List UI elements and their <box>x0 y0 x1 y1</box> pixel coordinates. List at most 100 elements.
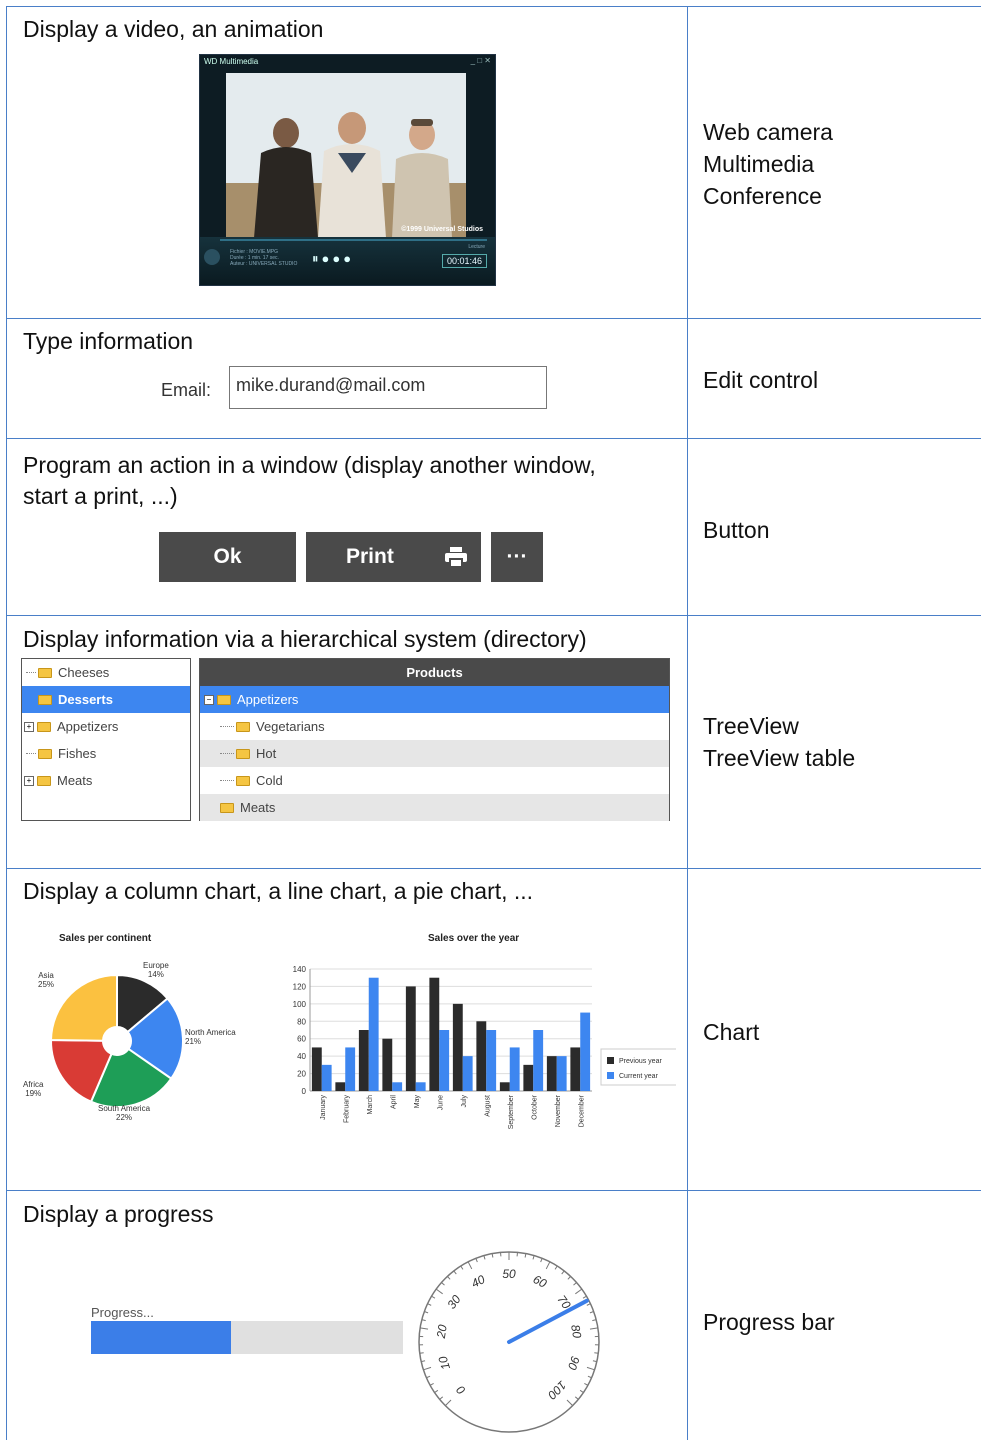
window-buttons-icon[interactable]: _ □ ✕ <box>471 56 491 65</box>
pie-label-europe: Europe 14% <box>143 961 169 979</box>
tree-item-appetizers[interactable]: + Appetizers <box>22 713 190 740</box>
seek-bar[interactable] <box>220 239 487 241</box>
treetable-row-label: Meats <box>240 800 276 815</box>
gauge-tick-label: 50 <box>502 1267 516 1281</box>
bar-current-year <box>345 1047 356 1091</box>
pie-label-africa: Africa 19% <box>23 1080 43 1098</box>
x-tick-label: July <box>461 1095 468 1108</box>
x-tick-label: September <box>508 1094 515 1129</box>
folder-icon <box>38 748 52 759</box>
tree-item-label: Cheeses <box>58 665 110 680</box>
video-frame <box>226 73 466 238</box>
email-label: Email: <box>161 380 212 400</box>
table-border-top <box>6 6 981 7</box>
bar-previous-year <box>523 1064 534 1091</box>
y-tick-label: 120 <box>293 982 307 991</box>
pie-category-label: Asia <box>38 971 54 980</box>
pie-value-label: 19% <box>25 1089 42 1098</box>
file-info-line: Auteur : UNIVERSAL STUDIO <box>230 261 298 267</box>
row-divider <box>6 1190 981 1191</box>
email-field[interactable]: mike.durand@mail.com <box>229 366 547 409</box>
treetable-row-hot[interactable]: Hot <box>200 740 669 767</box>
tree-connector <box>220 726 234 727</box>
expand-icon[interactable]: + <box>24 721 34 732</box>
tree-connector <box>220 780 234 781</box>
gauge: 010203040 50 60708090100 <box>418 1251 600 1433</box>
legend-label: Current year <box>619 1073 659 1080</box>
ok-button[interactable]: Ok <box>159 532 296 582</box>
file-info: Fichier : MOVIE.MPG Durée : 1 min. 17 se… <box>230 249 297 267</box>
treetable-row-vegetarians[interactable]: Vegetarians <box>200 713 669 740</box>
tree-item-label: Fishes <box>58 746 97 761</box>
row-use-cases: Progress bar <box>703 1306 835 1338</box>
expand-icon[interactable]: + <box>24 775 34 786</box>
x-tick-label: May <box>414 1095 421 1109</box>
use-case-label: Button <box>703 517 770 543</box>
collapse-icon[interactable]: − <box>204 694 214 705</box>
pie-category-label: North America <box>185 1028 236 1037</box>
column-divider <box>687 6 688 1440</box>
movie-scene-image <box>226 73 466 238</box>
treetable-row-label: Hot <box>256 746 277 761</box>
player-title: WD Multimedia <box>204 57 259 66</box>
x-tick-label: December <box>578 1094 585 1127</box>
description-line: start a print, ...) <box>23 483 178 510</box>
row-description: Display a video, an animation <box>23 16 324 42</box>
bar-current-year <box>439 1030 450 1091</box>
row-description: Display a progress <box>23 1201 214 1227</box>
use-case-label: Web camera <box>703 119 833 145</box>
row-use-cases: Chart <box>703 1016 759 1048</box>
treeview-table-header[interactable]: Products <box>200 659 669 686</box>
tree-item-fishes[interactable]: Fishes <box>22 740 190 767</box>
y-tick-label: 140 <box>293 965 307 974</box>
playback-controls-icon[interactable]: ⏸●●● <box>312 251 354 267</box>
pie-slice-asia <box>49 976 118 1042</box>
more-options-button[interactable]: ··· <box>491 532 543 582</box>
treetable-row-label: Appetizers <box>237 692 299 707</box>
folder-icon <box>220 802 234 813</box>
folder-icon <box>37 721 51 732</box>
bar-current-year <box>580 1012 591 1091</box>
use-case-label: Conference <box>703 183 822 209</box>
gauge-tick-label: 20 <box>434 1323 450 1340</box>
tree-item-desserts[interactable]: Desserts <box>22 686 190 713</box>
y-tick-label: 80 <box>297 1017 306 1026</box>
progress-bar <box>91 1321 403 1354</box>
bar-previous-year <box>358 1030 369 1091</box>
bar-previous-year <box>311 1047 322 1091</box>
bar-previous-year <box>499 1082 510 1091</box>
bar-current-year <box>533 1030 544 1091</box>
use-case-label: Progress bar <box>703 1309 835 1335</box>
pie-value-label: 25% <box>38 980 55 989</box>
treetable-row-cold[interactable]: Cold <box>200 767 669 794</box>
time-display: 00:01:46 <box>441 254 487 268</box>
row-divider <box>6 318 981 319</box>
bar-current-year <box>509 1047 520 1091</box>
treetable-row-appetizers[interactable]: − Appetizers <box>200 686 669 713</box>
bar-previous-year <box>452 1003 463 1091</box>
time-caption: Lecture <box>468 244 485 250</box>
treetable-row-label: Cold <box>256 773 283 788</box>
bar-current-year <box>321 1064 332 1091</box>
print-button[interactable]: Print <box>306 532 481 582</box>
tree-item-cheeses[interactable]: Cheeses <box>22 659 190 686</box>
treetable-row-label: Vegetarians <box>256 719 325 734</box>
pie-value-label: 22% <box>116 1113 133 1122</box>
use-case-label: TreeView <box>703 713 799 739</box>
y-tick-label: 60 <box>297 1035 306 1044</box>
row-use-cases: TreeView TreeView table <box>703 710 855 774</box>
pie-label-asia: Asia 25% <box>38 971 54 989</box>
treeview: Cheeses Desserts + Appetizers Fishes + M… <box>21 658 191 821</box>
bar-previous-year <box>476 1021 487 1091</box>
volume-icon[interactable] <box>204 249 220 265</box>
treetable-row-meats[interactable]: Meats <box>200 794 669 821</box>
table-border-left <box>6 6 7 1440</box>
y-tick-label: 20 <box>297 1070 306 1079</box>
gauge-tick-label: 80 <box>568 1324 584 1340</box>
tree-connector <box>26 753 36 754</box>
tree-item-meats[interactable]: + Meats <box>22 767 190 794</box>
x-tick-label: March <box>367 1095 374 1115</box>
video-player[interactable]: WD Multimedia _ □ ✕ ©1999 Universal Stud… <box>199 54 496 286</box>
y-tick-label: 40 <box>297 1052 306 1061</box>
folder-icon <box>236 748 250 759</box>
